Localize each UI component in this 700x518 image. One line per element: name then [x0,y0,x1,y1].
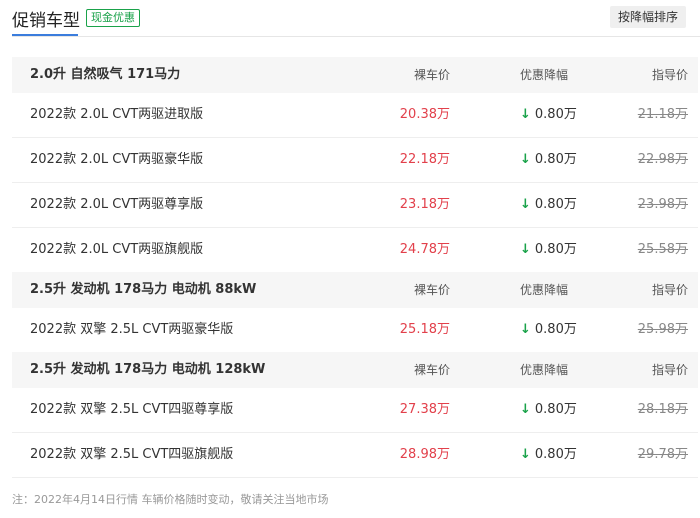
model-guide-price: 25.58万 [637,242,688,257]
model-row[interactable]: 2022款 双擎 2.5L CVT四驱尊享版 27.38万 ↓ 0.80万 28.… [12,388,698,433]
discount-value: 0.80万 [534,152,577,167]
model-row[interactable]: 2022款 2.0L CVT两驱旗舰版 24.78万 ↓ 0.80万 25.58万 [12,228,698,272]
model-discount: ↓ 0.80万 [520,93,577,137]
col-price-header: 裸车价 [413,363,450,377]
model-price: 22.18万 [399,152,450,167]
model-guide-price: 25.98万 [637,322,688,337]
model-name[interactable]: 2022款 双擎 2.5L CVT四驱尊享版 [30,388,233,432]
discount-value: 0.80万 [534,447,577,462]
discount-value: 0.80万 [534,322,577,337]
discount-value: 0.80万 [534,242,577,257]
model-name[interactable]: 2022款 双擎 2.5L CVT四驱旗舰版 [30,433,233,477]
arrow-down-icon: ↓ [520,197,531,212]
model-discount: ↓ 0.80万 [520,138,577,182]
model-name[interactable]: 2022款 2.0L CVT两驱进取版 [30,93,203,137]
model-guide-price: 21.18万 [637,107,688,122]
model-discount: ↓ 0.80万 [520,388,577,432]
model-discount: ↓ 0.80万 [520,308,577,352]
discount-value: 0.80万 [534,197,577,212]
model-price: 23.18万 [399,197,450,212]
model-guide-price: 23.98万 [637,197,688,212]
model-guide-price: 29.78万 [637,447,688,462]
discount-value: 0.80万 [534,402,577,417]
model-row[interactable]: 2022款 2.0L CVT两驱尊享版 23.18万 ↓ 0.80万 23.98万 [12,183,698,228]
model-row[interactable]: 2022款 2.0L CVT两驱进取版 20.38万 ↓ 0.80万 21.18万 [12,93,698,138]
model-name[interactable]: 2022款 2.0L CVT两驱尊享版 [30,183,203,227]
model-name[interactable]: 2022款 2.0L CVT两驱豪华版 [30,138,203,182]
model-discount: ↓ 0.80万 [520,433,577,477]
arrow-down-icon: ↓ [520,152,531,167]
cash-discount-badge: 现金优惠 [86,9,140,27]
arrow-down-icon: ↓ [520,242,531,257]
model-price: 24.78万 [399,242,450,257]
model-name[interactable]: 2022款 2.0L CVT两驱旗舰版 [30,228,203,272]
header: 促销车型 现金优惠 按降幅排序 [0,0,700,38]
sort-by-discount-button[interactable]: 按降幅排序 [609,6,686,28]
model-price: 25.18万 [399,322,450,337]
group-name: 2.5升 发动机 178马力 电动机 88kW [30,282,257,297]
group-header-row: 2.5升 发动机 178马力 电动机 88kW 裸车价 优惠降幅 指导价 [12,272,698,308]
arrow-down-icon: ↓ [520,402,531,417]
group-name: 2.5升 发动机 178马力 电动机 128kW [30,362,266,377]
model-row[interactable]: 2022款 2.0L CVT两驱豪华版 22.18万 ↓ 0.80万 22.98万 [12,138,698,183]
price-disclaimer: 注：2022年4月14日行情 车辆价格随时变动，敬请关注当地市场 [12,493,329,506]
group-name: 2.0升 自然吸气 171马力 [30,67,181,82]
model-discount: ↓ 0.80万 [520,228,577,272]
col-discount-header: 优惠降幅 [520,283,569,297]
col-price-header: 裸车价 [413,68,450,82]
model-price: 28.98万 [399,447,450,462]
model-guide-price: 22.98万 [637,152,688,167]
group-header-row: 2.5升 发动机 178马力 电动机 128kW 裸车价 优惠降幅 指导价 [12,352,698,388]
model-price: 20.38万 [399,107,450,122]
model-name[interactable]: 2022款 双擎 2.5L CVT两驱豪华版 [30,308,233,352]
tab-promo-models[interactable]: 促销车型 [12,6,80,37]
arrow-down-icon: ↓ [520,447,531,462]
model-row[interactable]: 2022款 双擎 2.5L CVT两驱豪华版 25.18万 ↓ 0.80万 25.… [12,308,698,352]
model-row[interactable]: 2022款 双擎 2.5L CVT四驱旗舰版 28.98万 ↓ 0.80万 29.… [12,433,698,478]
col-price-header: 裸车价 [413,283,450,297]
col-guide-header: 指导价 [651,283,688,297]
col-discount-header: 优惠降幅 [520,363,569,377]
col-discount-header: 优惠降幅 [520,68,569,82]
model-discount: ↓ 0.80万 [520,183,577,227]
arrow-down-icon: ↓ [520,322,531,337]
col-guide-header: 指导价 [651,68,688,82]
group-header-row: 2.0升 自然吸气 171马力 裸车价 优惠降幅 指导价 [12,57,698,93]
discount-value: 0.80万 [534,107,577,122]
model-guide-price: 28.18万 [637,402,688,417]
col-guide-header: 指导价 [651,363,688,377]
header-divider [12,36,700,37]
arrow-down-icon: ↓ [520,107,531,122]
model-price: 27.38万 [399,402,450,417]
promo-table: 2.0升 自然吸气 171马力 裸车价 优惠降幅 指导价 2022款 2.0L … [12,57,698,478]
